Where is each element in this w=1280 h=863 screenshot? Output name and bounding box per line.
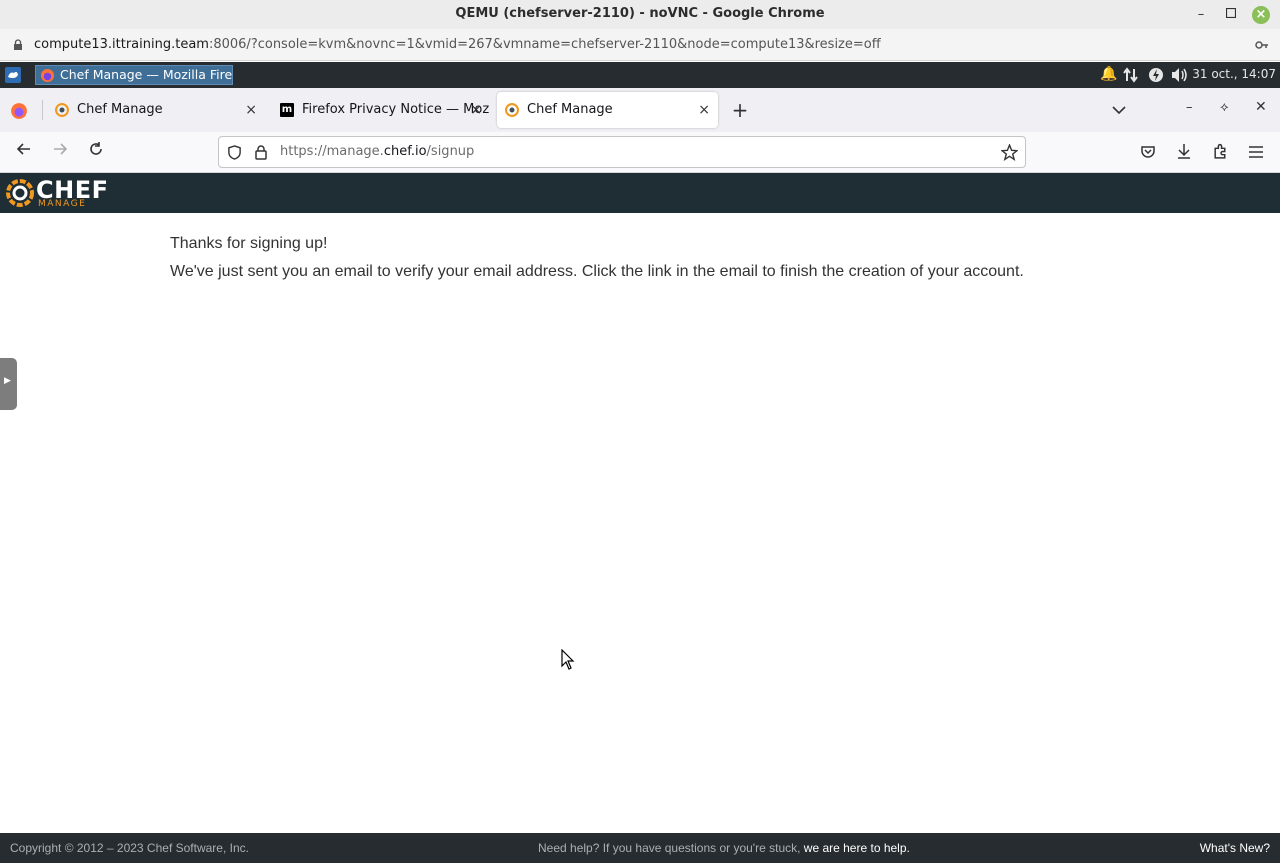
- footer-copyright: Copyright © 2012 – 2023 Chef Software, I…: [10, 841, 249, 855]
- padlock-icon[interactable]: [255, 145, 267, 160]
- forward-arrow-icon: [54, 143, 68, 155]
- window-title: QEMU (chefserver-2110) - noVNC - Google …: [455, 6, 825, 21]
- chrome-title-bar: QEMU (chefserver-2110) - noVNC - Google …: [0, 0, 1280, 29]
- tab-label: Chef Manage: [527, 102, 613, 117]
- power-icon[interactable]: [1148, 67, 1164, 83]
- url-rest: :8006/?console=kvm&novnc=1&vmid=267&vmna…: [208, 37, 881, 52]
- tab-firefox-privacy[interactable]: m Firefox Privacy Notice — Mozi ×: [272, 92, 490, 128]
- key-icon[interactable]: [1255, 40, 1269, 50]
- back-arrow-icon: [16, 143, 30, 155]
- url-prefix: https://manage.: [280, 144, 384, 159]
- url-bar[interactable]: https://manage.chef.io/signup: [218, 136, 1026, 168]
- footer-help: Need help? If you have questions or you'…: [538, 841, 910, 855]
- bookmark-star-icon[interactable]: [1001, 144, 1018, 161]
- firefox-nav-bar: https://manage.chef.io/signup: [0, 132, 1280, 173]
- footer-help-text: Need help? If you have questions or you'…: [538, 841, 804, 855]
- chef-logo-subtitle: MANAGE: [38, 199, 87, 209]
- mouse-cursor-icon: [561, 649, 575, 670]
- url-domain: chef.io: [383, 144, 427, 159]
- tab-label: Firefox Privacy Notice — Mozi: [302, 102, 490, 117]
- firefox-minimize-button[interactable]: –: [1186, 100, 1193, 115]
- shield-icon[interactable]: [227, 145, 242, 160]
- novnc-control-handle[interactable]: ▶: [0, 358, 17, 410]
- tab-divider: [42, 100, 43, 120]
- chef-favicon-icon: [55, 103, 69, 117]
- chef-logo-icon[interactable]: [5, 178, 35, 208]
- caret-right-icon: ▶: [4, 376, 11, 386]
- tab-chef-manage-1[interactable]: Chef Manage ×: [47, 92, 265, 128]
- bell-icon[interactable]: 🔔: [1100, 66, 1117, 82]
- signup-confirmation: Thanks for signing up! We've just sent y…: [170, 232, 1170, 281]
- chef-footer: Copyright © 2012 – 2023 Chef Software, I…: [0, 833, 1280, 863]
- back-button[interactable]: [13, 141, 35, 163]
- forward-button[interactable]: [49, 141, 71, 163]
- chef-favicon-icon: [505, 103, 519, 117]
- firefox-close-button[interactable]: ✕: [1255, 99, 1267, 115]
- whats-new-link[interactable]: What's New?: [1200, 841, 1270, 855]
- clock[interactable]: 31 oct., 14:07: [1192, 67, 1276, 81]
- volume-icon[interactable]: [1171, 67, 1189, 83]
- network-icon[interactable]: [1123, 67, 1139, 83]
- chrome-address-bar[interactable]: compute13.ittraining.team:8006/?console=…: [0, 29, 1280, 61]
- confirmation-heading: Thanks for signing up!: [170, 235, 328, 252]
- firefox-view-icon[interactable]: [10, 102, 28, 120]
- new-tab-button[interactable]: +: [730, 98, 750, 122]
- url-host: compute13.ittraining.team: [34, 37, 209, 52]
- reload-icon: [90, 142, 102, 155]
- taskbar-task-label: Chef Manage — Mozilla Firef...: [60, 67, 233, 82]
- download-icon[interactable]: [1176, 143, 1192, 160]
- minimize-window-button[interactable]: –: [1192, 6, 1210, 24]
- tab-close-button[interactable]: ×: [245, 92, 257, 128]
- firefox-tab-strip: Chef Manage × m Firefox Privacy Notice —…: [0, 88, 1280, 132]
- reload-button[interactable]: [85, 141, 107, 163]
- close-window-button[interactable]: ×: [1252, 6, 1270, 24]
- maximize-window-button[interactable]: [1222, 6, 1240, 24]
- hamburger-menu-icon[interactable]: [1248, 145, 1264, 159]
- lock-icon: [14, 39, 22, 50]
- maximize-icon: [1225, 7, 1237, 19]
- confirmation-message: We've just sent you an email to verify y…: [170, 263, 1024, 280]
- taskbar-firefox-window[interactable]: Chef Manage — Mozilla Firef...: [35, 65, 233, 85]
- firefox-icon: [40, 68, 55, 83]
- extensions-icon[interactable]: [1212, 143, 1229, 160]
- help-link[interactable]: we are here to help.: [804, 841, 910, 855]
- chef-header: CHEF MANAGE: [0, 173, 1280, 213]
- xfce-menu-icon[interactable]: [5, 67, 21, 83]
- url-text[interactable]: https://manage.chef.io/signup: [280, 144, 474, 159]
- mozilla-favicon-icon: m: [280, 103, 294, 117]
- pocket-icon[interactable]: [1140, 144, 1156, 160]
- tab-close-button[interactable]: ×: [470, 92, 482, 128]
- url-path: /signup: [426, 144, 475, 159]
- tab-close-button[interactable]: ×: [698, 92, 710, 128]
- tab-label: Chef Manage: [77, 102, 163, 117]
- firefox-restore-button[interactable]: ⟡: [1220, 100, 1229, 115]
- chrome-url[interactable]: compute13.ittraining.team:8006/?console=…: [34, 37, 881, 52]
- desktop-panel: Chef Manage — Mozilla Firef... 🔔 31 oct.…: [0, 62, 1280, 88]
- tab-chef-manage-active[interactable]: Chef Manage ×: [497, 92, 718, 128]
- chevron-down-icon[interactable]: [1112, 106, 1126, 114]
